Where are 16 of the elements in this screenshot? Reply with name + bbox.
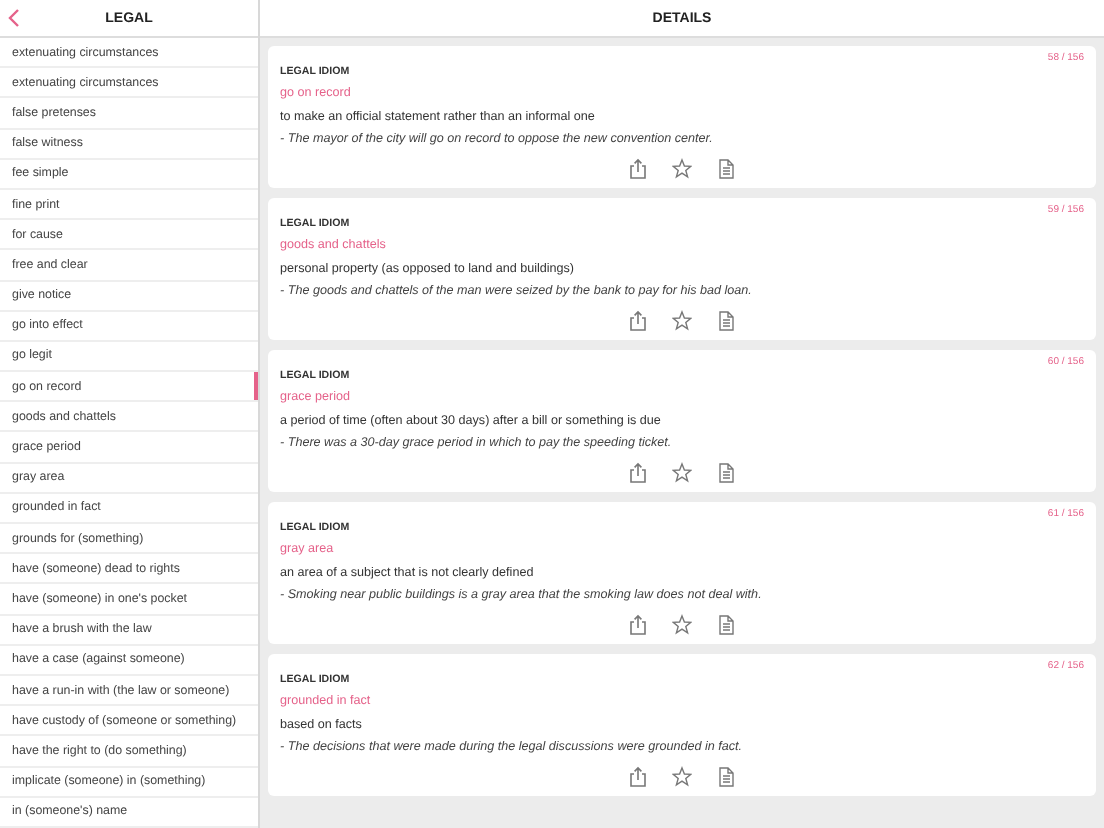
favorite-button[interactable] [672, 158, 692, 180]
favorite-button[interactable] [672, 462, 692, 484]
note-button[interactable] [716, 766, 736, 788]
note-button[interactable] [716, 462, 736, 484]
share-button[interactable] [628, 310, 648, 332]
back-chevron-icon[interactable] [8, 8, 20, 28]
note-button[interactable] [716, 158, 736, 180]
favorite-button[interactable] [672, 310, 692, 332]
favorite-button[interactable] [672, 614, 692, 636]
share-button[interactable] [628, 462, 648, 484]
note-button[interactable] [716, 614, 736, 636]
share-button[interactable] [628, 766, 648, 788]
note-button[interactable] [716, 310, 736, 332]
share-button[interactable] [628, 158, 648, 180]
share-button[interactable] [628, 614, 648, 636]
favorite-button[interactable] [672, 766, 692, 788]
